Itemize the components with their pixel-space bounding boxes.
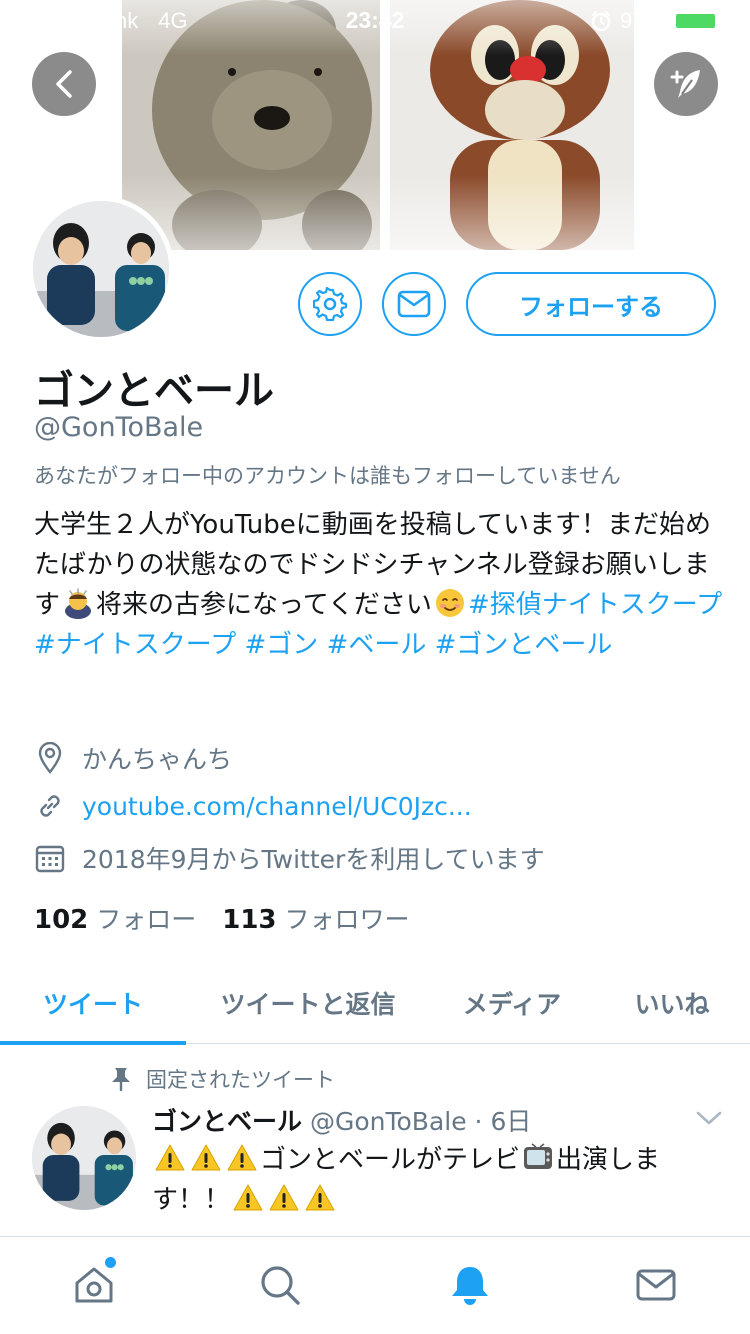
envelope-icon xyxy=(397,290,431,318)
hashtag-link[interactable]: #ゴンとベール xyxy=(435,630,613,660)
tweet-text-tail-2: す！！ xyxy=(152,1185,231,1215)
battery-fill xyxy=(676,14,715,28)
pinned-tweet-label: 固定されたツイート xyxy=(110,1064,335,1094)
profile-bio: 大学生２人がYouTubeに動画を投稿しています！まだ始めたばかりの状態なのでド… xyxy=(34,505,724,665)
followers-label: フォロワー xyxy=(284,905,410,934)
calendar-icon xyxy=(34,842,66,874)
warning-emoji-icon xyxy=(155,1144,185,1171)
profile-avatar[interactable] xyxy=(28,196,174,342)
followed-by-note: あなたがフォロー中のアカウントは誰もフォローしていません xyxy=(34,464,621,488)
alarm-icon xyxy=(591,10,611,32)
hashtag-link[interactable]: #ベール xyxy=(327,630,427,660)
followers-count-link[interactable]: 113 フォロワー xyxy=(222,900,409,936)
battery-icon xyxy=(672,10,724,32)
television-emoji-icon xyxy=(524,1143,553,1169)
battery-percent: 97% xyxy=(619,8,664,33)
new-content-dot xyxy=(105,1257,116,1268)
link-icon xyxy=(34,790,66,822)
tab-media[interactable]: メディア xyxy=(430,962,594,1044)
tab-tweets-and-replies[interactable]: ツイートと返信 xyxy=(186,962,430,1044)
location-pin-icon xyxy=(34,742,66,774)
back-button[interactable] xyxy=(32,52,96,116)
profile-join-date: 2018年9月からTwitterを利用しています xyxy=(34,840,545,876)
tweet-handle-time: @GonToBale · 6日 xyxy=(309,1107,532,1136)
tweet-header: ゴンとベール @GonToBale · 6日 xyxy=(152,1102,531,1138)
smiling-face-emoji-icon xyxy=(435,589,464,617)
chevron-left-icon xyxy=(56,70,72,98)
status-right: 97% xyxy=(590,8,740,34)
tweet-author-name[interactable]: ゴンとベール xyxy=(152,1107,302,1136)
nav-notifications[interactable] xyxy=(440,1255,500,1315)
hashtag-link[interactable]: #探偵ナイトスクープ xyxy=(468,590,722,620)
profile-location: かんちゃんち xyxy=(34,740,232,776)
display-name: ゴンとベール xyxy=(34,368,274,414)
notifications-icon xyxy=(452,1267,488,1305)
join-date-text: 2018年9月からTwitterを利用しています xyxy=(82,845,545,874)
user-handle: @GonToBale xyxy=(34,412,204,443)
warning-emoji-icon xyxy=(233,1184,263,1211)
hashtag-link[interactable]: #ゴン xyxy=(245,630,319,660)
follow-button[interactable]: フォローする xyxy=(466,272,716,336)
hashtag-link[interactable]: #ナイトスクープ xyxy=(34,630,236,660)
messages-icon xyxy=(636,1269,676,1301)
nav-search[interactable] xyxy=(250,1255,310,1315)
warning-emoji-icon xyxy=(269,1184,299,1211)
tweet-author-avatar[interactable] xyxy=(32,1106,136,1210)
following-count: 102 xyxy=(34,905,89,935)
nav-messages[interactable] xyxy=(626,1255,686,1315)
tweet-text-tail-1: 出演しま xyxy=(556,1145,661,1175)
warning-emoji-icon xyxy=(227,1144,257,1171)
tweet-text: ゴンとベールがテレビ 出演します！！ xyxy=(152,1140,722,1220)
tweet-text-main: ゴンとベールがテレビ xyxy=(260,1145,521,1175)
tweet-options-button[interactable] xyxy=(696,1110,722,1130)
profile-tabs: ツイート ツイートと返信 メディア いいね xyxy=(0,962,750,1045)
warning-emoji-icon xyxy=(191,1144,221,1171)
pin-icon xyxy=(112,1068,130,1091)
direct-message-button[interactable] xyxy=(382,272,446,336)
follow-counts: 102 フォロー 113 フォロワー xyxy=(34,900,410,936)
website-link[interactable]: youtube.com/channel/UC0Jzc... xyxy=(82,792,472,821)
compose-feather-icon xyxy=(670,70,700,98)
bio-text-2: 将来の古参になってください xyxy=(96,590,432,620)
tab-likes[interactable]: いいね xyxy=(594,962,750,1044)
warning-emoji-icon xyxy=(305,1184,335,1211)
charging-bolt-icon xyxy=(728,11,740,31)
followers-count: 113 xyxy=(222,905,277,935)
profile-website[interactable]: youtube.com/channel/UC0Jzc... xyxy=(34,790,472,822)
search-icon xyxy=(261,1266,300,1305)
location-text: かんちゃんち xyxy=(82,745,233,774)
profile-settings-button[interactable] xyxy=(298,272,362,336)
tab-tweets[interactable]: ツイート xyxy=(0,962,186,1045)
following-count-link[interactable]: 102 フォロー xyxy=(34,900,196,936)
pinned-label-text: 固定されたツイート xyxy=(146,1068,335,1092)
home-icon xyxy=(75,1267,113,1303)
chevron-down-icon xyxy=(696,1111,722,1125)
nav-home[interactable] xyxy=(64,1255,124,1315)
compose-tweet-button[interactable] xyxy=(654,52,718,116)
gear-icon xyxy=(313,287,347,321)
avatar-photo xyxy=(33,201,169,337)
bottom-navigation xyxy=(0,1236,750,1334)
bowing-person-emoji-icon xyxy=(65,588,92,619)
following-label: フォロー xyxy=(96,905,197,934)
status-bar: SoftBank 4G 23:42 97% xyxy=(0,0,750,40)
